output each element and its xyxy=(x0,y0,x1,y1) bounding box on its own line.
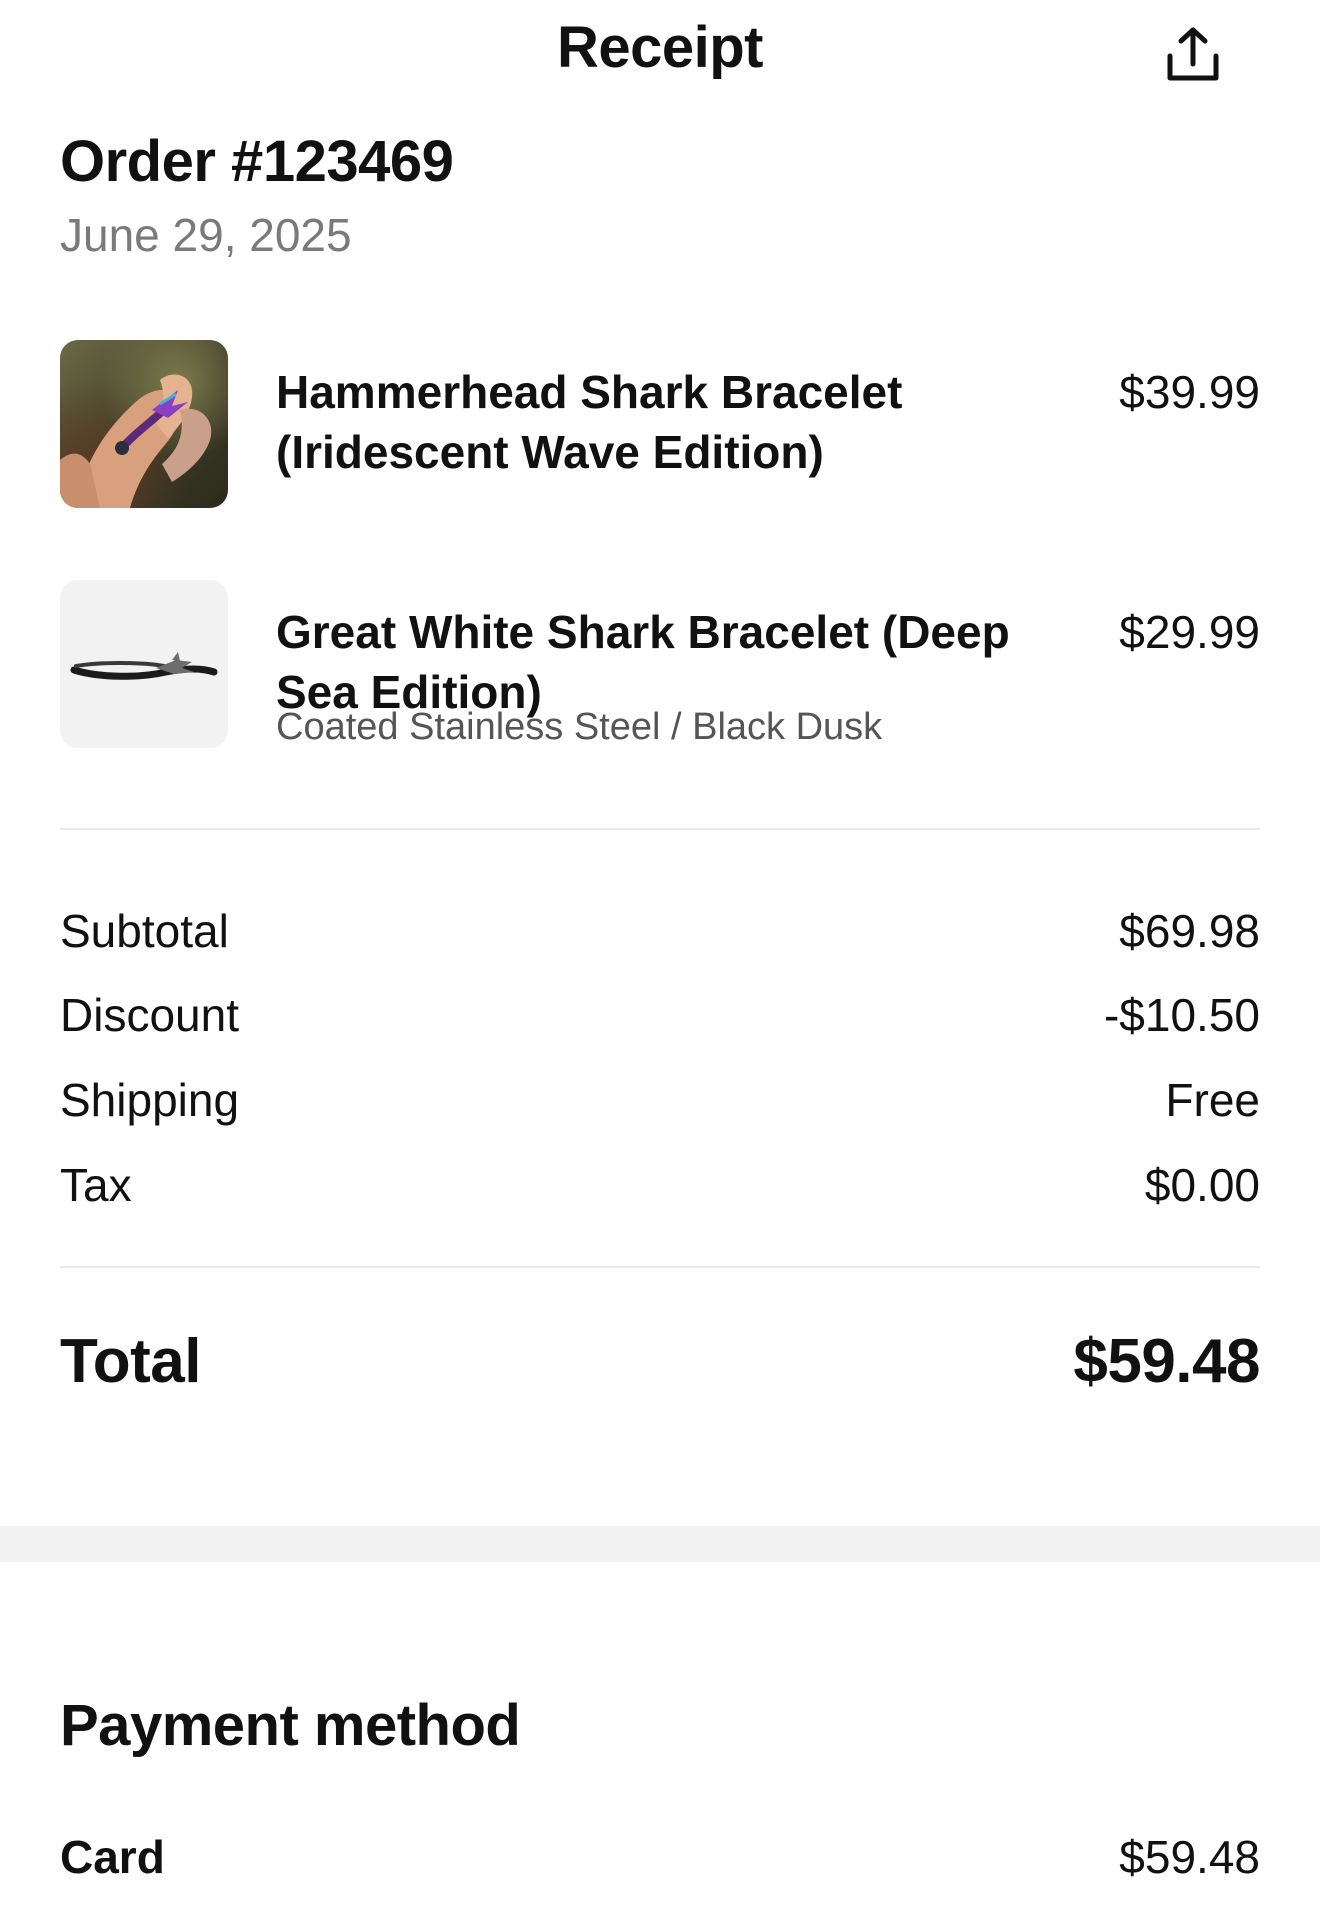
line-item[interactable]: Hammerhead Shark Bracelet (Iridescent Wa… xyxy=(60,340,1260,510)
subtotal-label: Subtotal xyxy=(60,905,229,957)
item-price: $29.99 xyxy=(1119,606,1260,658)
share-button[interactable] xyxy=(1160,22,1226,88)
item-name: Hammerhead Shark Bracelet (Iridescent Wa… xyxy=(276,362,1076,482)
discount-row: Discount -$10.50 xyxy=(60,988,1260,1048)
tax-value: $0.00 xyxy=(1144,1159,1260,1211)
payment-method-label: Card xyxy=(60,1831,165,1883)
discount-label: Discount xyxy=(60,989,239,1041)
header: Receipt xyxy=(0,0,1320,110)
item-name-line: Hammerhead Shark Bracelet xyxy=(276,366,903,418)
order-date: June 29, 2025 xyxy=(60,209,352,261)
product-thumbnail xyxy=(60,340,228,508)
product-thumbnail xyxy=(60,580,228,748)
share-upload-icon xyxy=(1167,27,1219,81)
tax-label: Tax xyxy=(60,1159,132,1211)
item-variant: Coated Stainless Steel / Black Dusk xyxy=(276,706,883,748)
subtotal-row: Subtotal $69.98 xyxy=(60,904,1260,964)
total-label: Total xyxy=(60,1327,202,1396)
page-title: Receipt xyxy=(556,15,764,80)
item-name-line: (Iridescent Wave Edition) xyxy=(276,426,824,478)
shipping-label: Shipping xyxy=(60,1074,240,1126)
order-number: Order #123469 xyxy=(60,129,454,194)
shipping-value: Free xyxy=(1165,1074,1260,1126)
great-white-bracelet-image xyxy=(70,652,218,680)
shipping-row: Shipping Free xyxy=(60,1073,1260,1133)
item-name-line: Great White Shark Bracelet (Deep xyxy=(276,606,1010,658)
hammerhead-bracelet-image xyxy=(60,374,212,508)
receipt-page: Receipt Order #123469 June 29, 2025 Hamm… xyxy=(0,0,1320,1925)
item-name: Great White Shark Bracelet (Deep Sea Edi… xyxy=(276,602,1076,722)
section-separator xyxy=(0,1526,1320,1562)
subtotal-value: $69.98 xyxy=(1119,905,1260,957)
discount-value: -$10.50 xyxy=(1103,989,1260,1041)
payment-method-amount: $59.48 xyxy=(1119,1831,1260,1883)
divider xyxy=(60,1266,1260,1268)
line-item[interactable]: Great White Shark Bracelet (Deep Sea Edi… xyxy=(60,580,1260,750)
tax-row: Tax $0.00 xyxy=(60,1158,1260,1218)
payment-method-heading: Payment method xyxy=(60,1693,521,1758)
total-value: $59.48 xyxy=(1073,1327,1260,1396)
total-row: Total $59.48 xyxy=(60,1326,1260,1400)
item-price: $39.99 xyxy=(1119,366,1260,418)
divider xyxy=(60,828,1260,830)
payment-method-row: Card $59.48 xyxy=(60,1830,1260,1890)
